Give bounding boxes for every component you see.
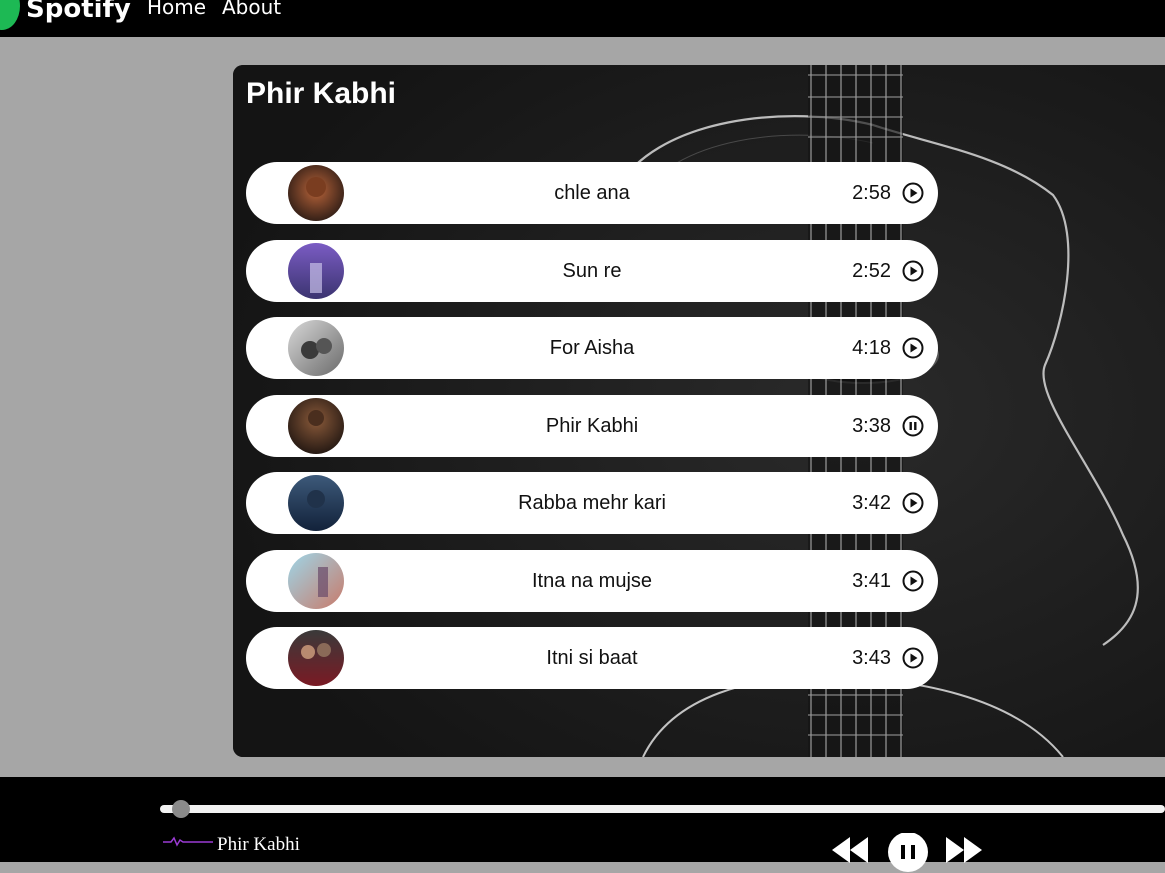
- song-duration: 3:41: [852, 569, 891, 592]
- song-name: Rabba mehr kari: [518, 492, 666, 514]
- play-circle-icon[interactable]: [902, 570, 924, 592]
- song-item[interactable]: Itna na mujse 3:41: [246, 549, 938, 612]
- song-duration: 2:52: [852, 259, 891, 282]
- spotify-logo-icon[interactable]: [0, 0, 20, 30]
- song-item[interactable]: Phir Kabhi 3:38: [246, 394, 938, 457]
- playlist-title: Phir Kabhi: [246, 77, 397, 110]
- play-circle-icon[interactable]: [902, 182, 924, 204]
- song-name: chle ana: [554, 182, 630, 204]
- now-playing-title: Phir Kabhi: [217, 834, 300, 855]
- song-item[interactable]: Rabba mehr kari 3:42: [246, 472, 938, 534]
- pause-icon[interactable]: [888, 833, 928, 872]
- song-list: chle ana 2:58 Sun re 2:52 For Aisha 4:18: [246, 162, 938, 705]
- nav-link-home[interactable]: Home: [147, 0, 206, 18]
- play-circle-icon[interactable]: [902, 337, 924, 359]
- player-bar: Phir Kabhi: [0, 777, 1165, 872]
- song-duration: 3:42: [852, 492, 891, 514]
- song-duration: 3:43: [852, 647, 891, 669]
- song-item[interactable]: Sun re 2:52: [246, 239, 938, 302]
- song-duration: 3:38: [852, 414, 891, 437]
- play-circle-icon[interactable]: [902, 647, 924, 669]
- progress-thumb[interactable]: [172, 800, 190, 818]
- previous-icon[interactable]: [832, 837, 868, 863]
- song-item[interactable]: Itni si baat 3:43: [246, 627, 938, 689]
- progress-bar[interactable]: [160, 805, 1165, 813]
- song-name: For Aisha: [549, 337, 635, 359]
- next-icon[interactable]: [946, 837, 982, 863]
- logo-text[interactable]: Spotify: [26, 0, 131, 24]
- song-item[interactable]: chle ana 2:58: [246, 162, 938, 224]
- song-duration: 2:58: [852, 182, 891, 204]
- play-circle-icon[interactable]: [902, 492, 924, 514]
- song-duration: 4:18: [852, 337, 891, 359]
- play-circle-icon[interactable]: [902, 260, 924, 282]
- song-item[interactable]: For Aisha 4:18: [246, 317, 938, 379]
- playlist-container: Phir Kabhi chle ana 2:58 Sun re 2:52 For…: [233, 65, 1165, 757]
- song-name: Itna na mujse: [531, 569, 653, 592]
- nav-link-about[interactable]: About: [222, 0, 281, 18]
- song-name: Sun re: [562, 259, 622, 282]
- song-name: Phir Kabhi: [545, 414, 639, 437]
- playback-controls: [832, 833, 982, 872]
- equalizer-wave-icon: [163, 836, 213, 847]
- song-name: Itni si baat: [546, 647, 638, 669]
- pause-circle-icon[interactable]: [902, 415, 924, 437]
- top-nav: Spotify Home About: [0, 0, 1165, 37]
